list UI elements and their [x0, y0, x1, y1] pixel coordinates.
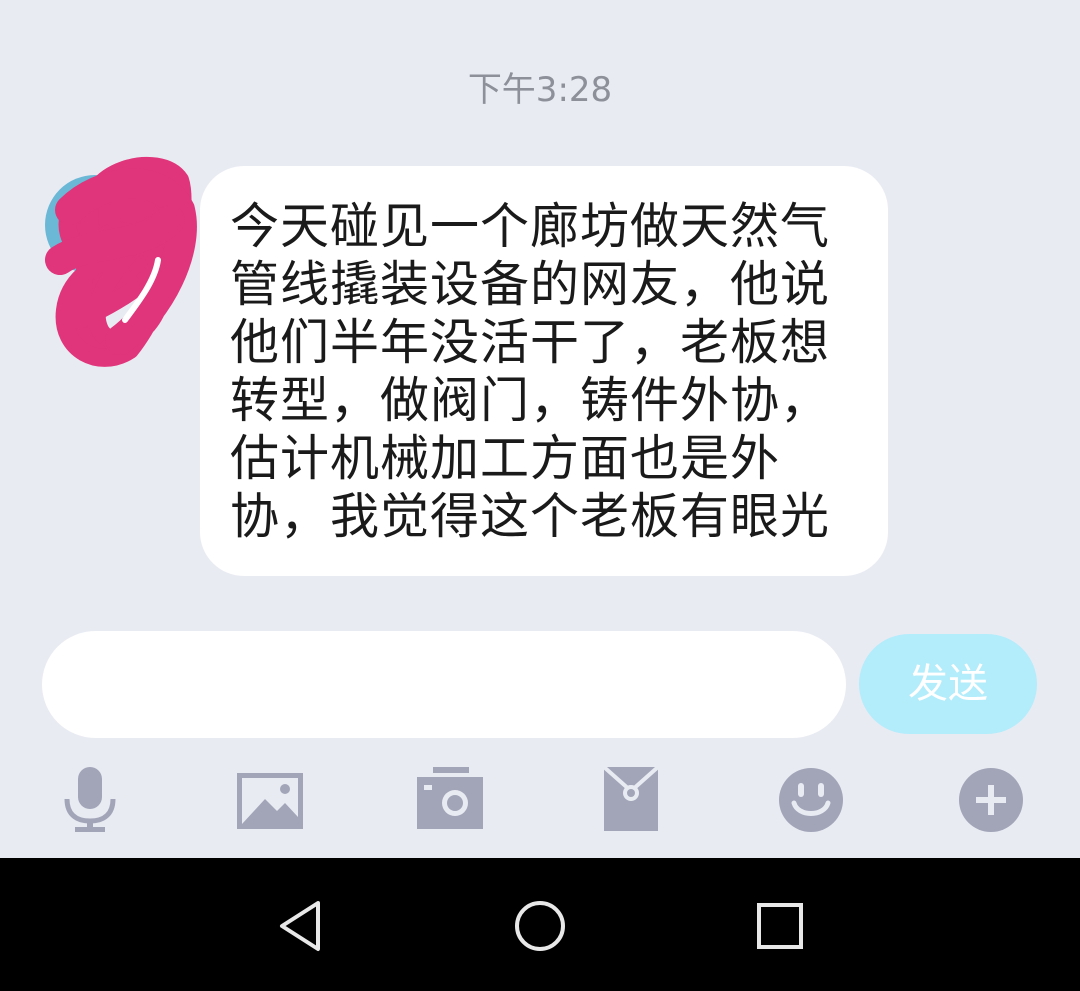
avatar[interactable] [40, 150, 200, 380]
more-button[interactable] [956, 765, 1026, 835]
message-text: 今天碰见一个廊坊做天然气 管线撬装设备的网友，他说 他们半年没活干了，老板想 转… [230, 198, 831, 545]
image-icon [237, 773, 303, 829]
message-input[interactable] [42, 631, 846, 738]
nav-back-button[interactable] [274, 898, 330, 954]
camera-button[interactable] [415, 765, 485, 835]
message-bubble[interactable]: 今天碰见一个廊坊做天然气 管线撬装设备的网友，他说 他们半年没活干了，老板想 转… [200, 166, 888, 576]
camera-icon [417, 767, 483, 829]
emoji-button[interactable] [776, 765, 846, 835]
message-timestamp: 下午3:28 [467, 70, 613, 110]
recents-icon [757, 903, 803, 949]
back-icon [280, 901, 320, 951]
redacted-avatar-scribble [45, 157, 197, 367]
red-packet-button[interactable] [600, 765, 670, 835]
voice-button[interactable] [55, 765, 125, 835]
send-button[interactable]: 发送 [859, 634, 1037, 734]
home-icon [515, 901, 565, 951]
nav-recents-button[interactable] [752, 898, 808, 954]
nav-home-button[interactable] [512, 898, 568, 954]
red-packet-icon [602, 765, 660, 831]
plus-icon [959, 768, 1023, 832]
chat-area: 下午3:28 今天碰见一个廊坊做天然气 管线撬装设备的网友，他说 他们半年没活干… [0, 0, 1080, 858]
image-button[interactable] [235, 765, 305, 835]
emoji-icon [779, 768, 843, 832]
microphone-icon [64, 767, 116, 832]
